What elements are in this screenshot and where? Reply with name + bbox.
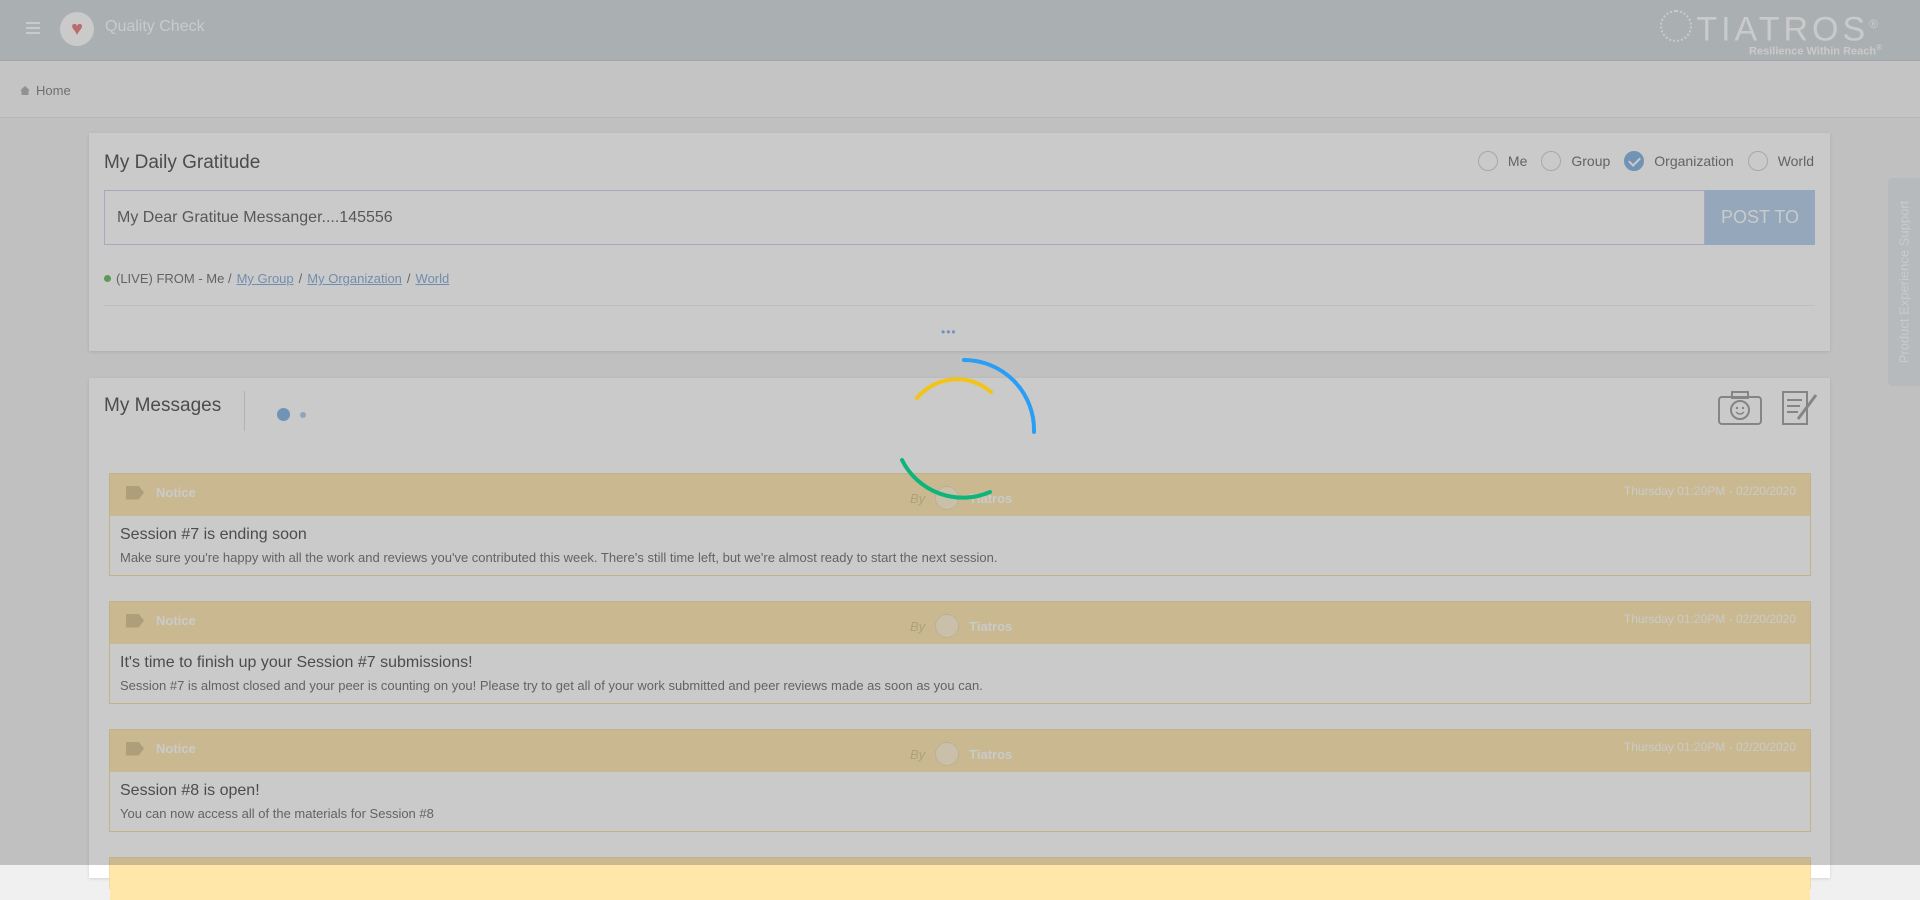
loading-spinner-icon — [900, 358, 1037, 500]
